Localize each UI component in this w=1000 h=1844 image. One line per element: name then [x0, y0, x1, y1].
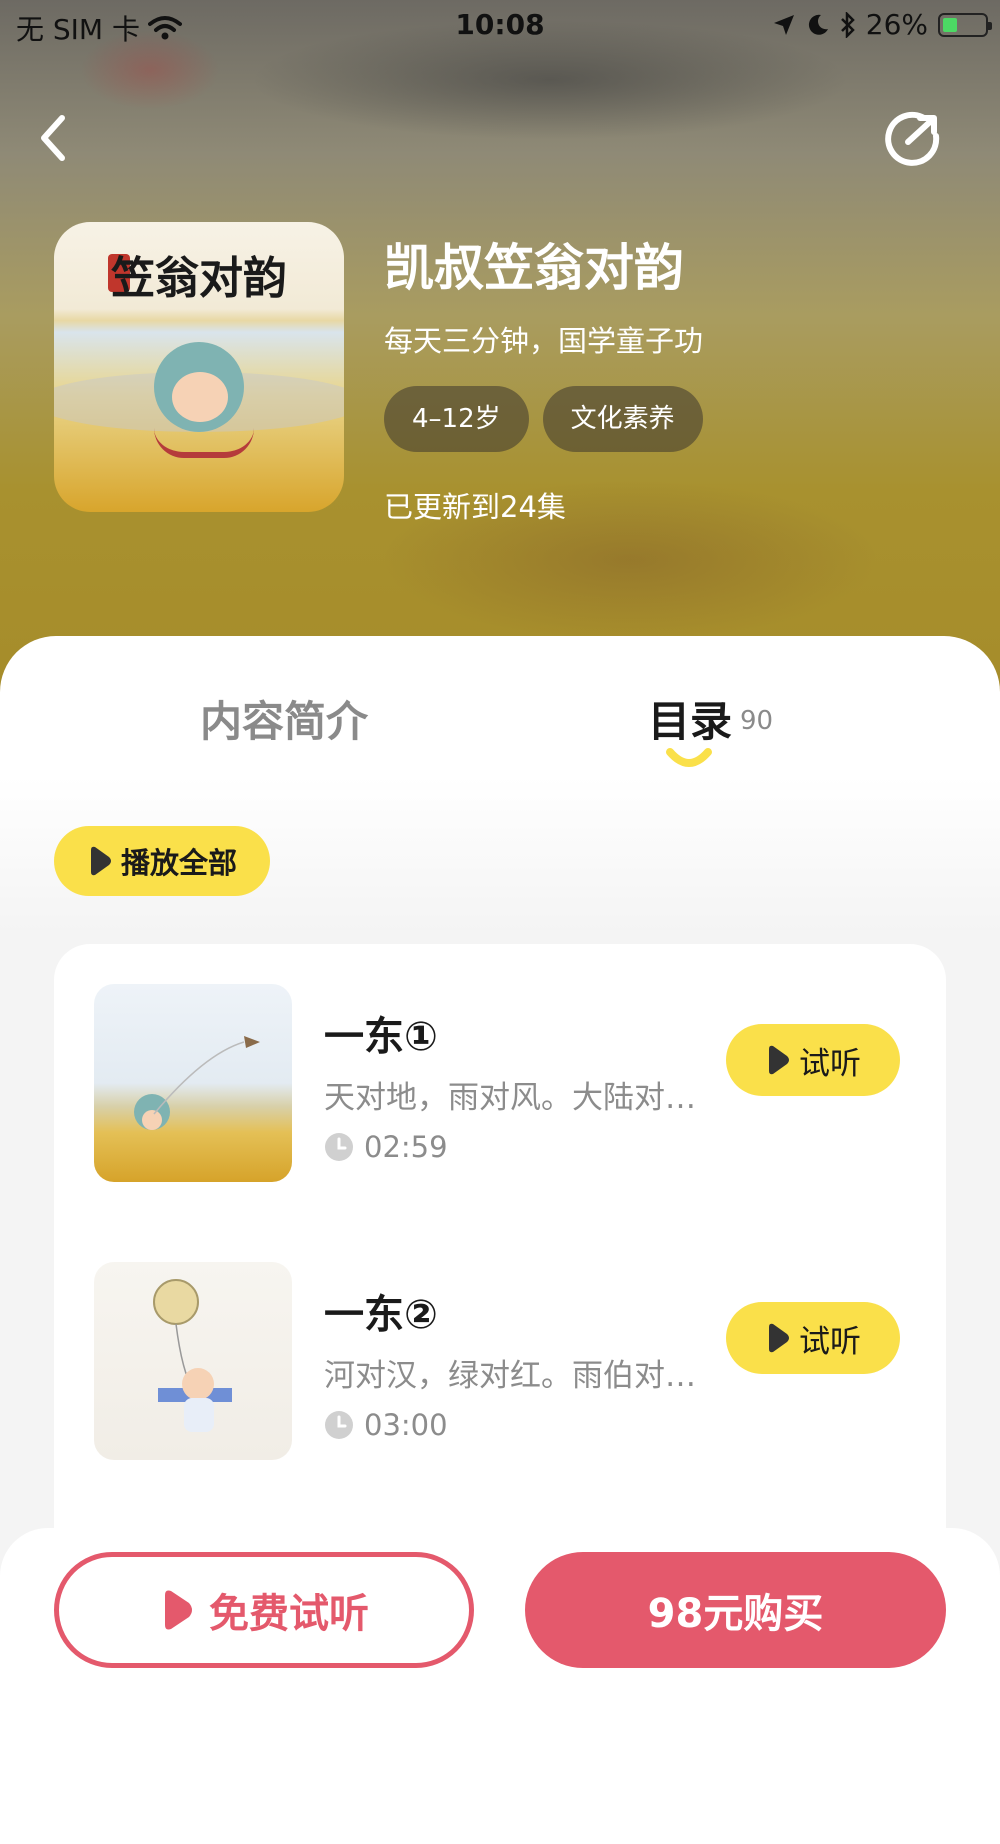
battery-charging-icon	[938, 12, 992, 37]
duration-text: 02:59	[364, 1130, 448, 1164]
episode-description: 河对汉，绿对红。雨伯对…	[324, 1358, 696, 1394]
buy-label: 98元购买	[647, 1591, 824, 1637]
cover-title-text: 笠翁对韵	[111, 253, 287, 304]
episode-title: 一东①	[324, 1014, 438, 1060]
thumbnail-illustration	[153, 1279, 232, 1432]
album-tags: 4–12岁 文化素养	[384, 386, 703, 452]
chevron-left-icon	[41, 115, 65, 161]
back-button[interactable]	[30, 108, 80, 168]
battery-percent: 26%	[865, 8, 928, 41]
thumbnail-illustration	[134, 1036, 260, 1130]
free-listen-label: 免费试听	[209, 1591, 369, 1637]
list-item[interactable]: 一东① 天对地，雨对风。大陆对… 02:59 试听	[94, 984, 906, 1184]
duration-text: 03:00	[364, 1408, 448, 1442]
moon-icon	[808, 14, 828, 35]
location-arrow-icon	[773, 14, 794, 35]
play-all-label: 播放全部	[120, 846, 237, 880]
buy-button[interactable]: 98元购买	[525, 1552, 946, 1668]
play-icon	[769, 1045, 789, 1075]
tag-category[interactable]: 文化素养	[542, 386, 703, 452]
free-listen-button[interactable]: 免费试听	[54, 1552, 474, 1668]
list-item[interactable]: 一东② 河对汉，绿对红。雨伯对… 03:00 试听	[94, 1262, 906, 1462]
episode-thumbnail	[94, 984, 292, 1182]
bluetooth-icon	[840, 11, 855, 38]
share-button[interactable]	[884, 108, 944, 168]
episode-description: 天对地，雨对风。大陆对…	[324, 1080, 696, 1116]
bottom-action-bar: 免费试听 98元购买	[0, 1528, 1000, 1778]
play-icon	[90, 846, 111, 876]
trial-listen-label: 试听	[799, 1323, 861, 1360]
share-icon	[885, 111, 940, 166]
tab-active-indicator	[666, 748, 712, 767]
episode-thumbnail	[94, 1262, 292, 1460]
album-subtitle: 每天三分钟，国学童子功	[384, 324, 704, 358]
play-icon	[769, 1323, 789, 1353]
episode-duration: 03:00	[324, 1408, 448, 1442]
play-icon	[165, 1590, 192, 1630]
trial-listen-label: 试听	[799, 1045, 861, 1082]
play-all-button[interactable]: 播放全部	[54, 826, 270, 896]
tag-age[interactable]: 4–12岁	[384, 386, 529, 452]
episode-duration: 02:59	[324, 1130, 448, 1164]
trial-listen-button[interactable]: 试听	[726, 1302, 900, 1374]
catalog-count: 90	[740, 706, 774, 736]
clock-icon	[325, 1411, 353, 1439]
update-status: 已更新到24集	[384, 490, 566, 524]
trial-listen-button[interactable]: 试听	[726, 1024, 900, 1096]
status-bar: 无 SIM 卡 10:08 26%	[0, 0, 1000, 50]
album-title: 凯叔笠翁对韵	[384, 239, 684, 297]
clock-icon	[325, 1133, 353, 1161]
episode-title: 一东②	[324, 1292, 438, 1338]
tab-catalog[interactable]: 目录	[648, 688, 732, 749]
tab-intro[interactable]: 内容简介	[200, 688, 368, 749]
album-cover: 笠翁对韵	[54, 222, 344, 512]
